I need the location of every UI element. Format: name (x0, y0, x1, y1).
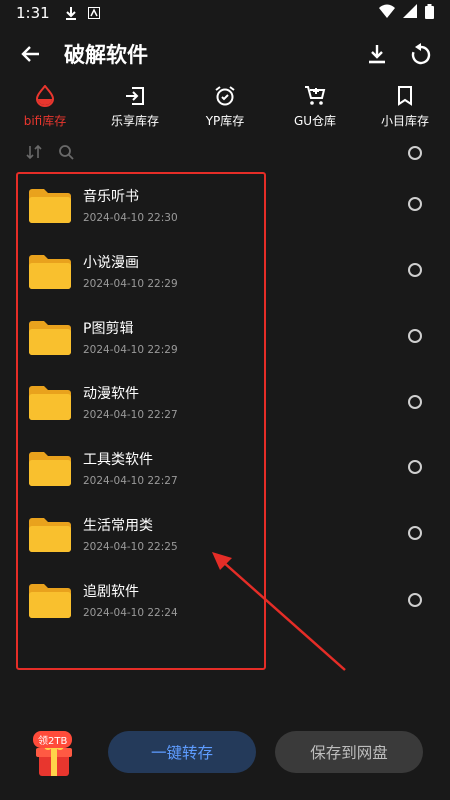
folder-name: 小说漫画 (83, 255, 139, 271)
folder-date: 2024-04-10 22:24 (83, 607, 178, 619)
row-radio[interactable] (408, 593, 422, 607)
tab-label: bifi库存 (23, 114, 67, 128)
list-item[interactable]: 音乐听书 2024-04-10 22:30 (16, 172, 266, 232)
folder-icon (29, 584, 71, 618)
tab-lexiang[interactable]: 乐享库存 (90, 84, 180, 134)
folder-date: 2024-04-10 22:27 (83, 475, 178, 487)
refresh-icon (411, 43, 431, 65)
annotation-arrow (212, 552, 346, 671)
list-item[interactable]: 小说漫画 2024-04-10 22:29 (16, 238, 266, 298)
tab-bifi[interactable]: bifi库存 (0, 84, 90, 134)
wifi-icon (379, 4, 395, 22)
folder-icon (29, 255, 71, 289)
select-all-radio[interactable] (408, 146, 422, 160)
download-status-icon (64, 6, 78, 20)
folder-date: 2024-04-10 22:25 (83, 541, 178, 553)
battery-icon (425, 3, 434, 23)
folder-date: 2024-04-10 22:30 (83, 212, 178, 224)
download-button[interactable] (364, 41, 390, 67)
sort-icon[interactable] (26, 144, 42, 164)
folder-name: 追剧软件 (83, 584, 139, 600)
folder-name: 生活常用类 (83, 518, 153, 534)
page-title: 破解软件 (64, 43, 148, 67)
tab-label: YP库存 (205, 114, 245, 128)
folder-date: 2024-04-10 22:29 (83, 344, 178, 356)
one-click-save-button[interactable]: 一键转存 (108, 731, 256, 773)
folder-icon (29, 189, 71, 223)
folder-icon (29, 518, 71, 552)
list-item[interactable]: P图剪辑 2024-04-10 22:29 (16, 304, 266, 364)
folder-name: 动漫软件 (83, 386, 139, 402)
row-radio[interactable] (408, 526, 422, 540)
row-radio[interactable] (408, 395, 422, 409)
tab-label: 小目库存 (380, 114, 429, 128)
arrow-left-icon (21, 46, 39, 62)
tab-label: 乐享库存 (110, 114, 159, 128)
tab-label: GU仓库 (293, 114, 337, 128)
storage-tabs: bifi库存 乐享库存 YP库存 GU仓库 小目库存 (0, 84, 450, 134)
tab-xiaomu[interactable]: 小目库存 (360, 84, 450, 134)
list-toolbar (26, 143, 74, 165)
app-notification-icon (87, 7, 100, 19)
gift-badge: 领2TB (33, 731, 73, 748)
folder-name: 工具类软件 (83, 452, 153, 468)
bookmark-icon (397, 84, 413, 108)
list-item[interactable]: 工具类软件 2024-04-10 22:27 (16, 435, 266, 495)
save-to-drive-button[interactable]: 保存到网盘 (275, 731, 423, 773)
folder-date: 2024-04-10 22:29 (83, 278, 178, 290)
back-button[interactable] (16, 40, 44, 68)
search-icon[interactable] (58, 144, 74, 164)
row-radio[interactable] (408, 263, 422, 277)
folder-name: 音乐听书 (83, 189, 139, 205)
download-icon (369, 45, 385, 64)
tab-yp[interactable]: YP库存 (180, 84, 270, 134)
app-bar: 破解软件 (0, 26, 450, 82)
row-radio[interactable] (408, 197, 422, 211)
folder-icon (29, 321, 71, 355)
folder-name: P图剪辑 (83, 321, 134, 337)
status-bar: 1:31 (0, 0, 450, 26)
row-radio[interactable] (408, 329, 422, 343)
alarm-icon (214, 84, 236, 108)
cart-icon (304, 84, 326, 108)
signal-icon (403, 4, 417, 22)
list-item[interactable]: 动漫软件 2024-04-10 22:27 (16, 369, 266, 429)
login-icon (125, 84, 145, 108)
status-time: 1:31 (16, 4, 50, 22)
refresh-button[interactable] (408, 41, 434, 67)
folder-icon (29, 386, 71, 420)
tab-gu[interactable]: GU仓库 (270, 84, 360, 134)
folder-date: 2024-04-10 22:27 (83, 409, 178, 421)
folder-icon (29, 452, 71, 486)
row-radio[interactable] (408, 460, 422, 474)
drop-icon (35, 84, 55, 108)
